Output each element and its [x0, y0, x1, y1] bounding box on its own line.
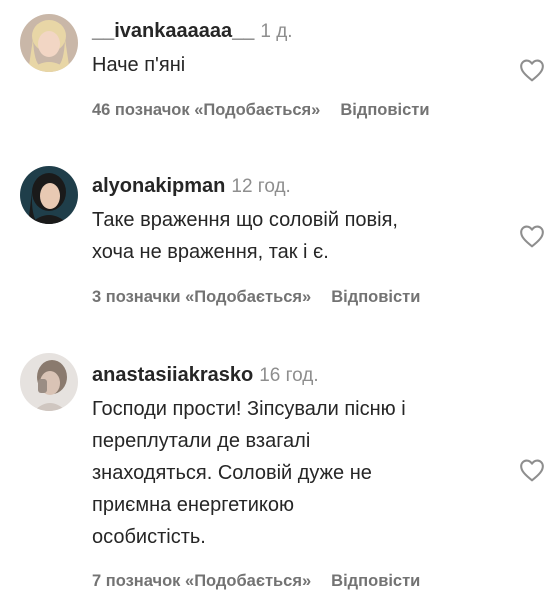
comment-header: alyonakipman 12 год.: [92, 173, 504, 200]
comment-time: 12 год.: [231, 176, 291, 197]
avatar[interactable]: [20, 166, 78, 224]
likes-count-link[interactable]: 46 позначок «Подобається»: [92, 101, 320, 119]
comment-header: __ivankaaaaaa__ 1 д.: [92, 18, 504, 45]
comment-text-line: Господи прости! Зіпсували пісню і: [92, 398, 406, 420]
comment-text-line: Наче п'яні: [92, 54, 186, 76]
comment-meta: 7 позначок «Подобається» Відповісти: [92, 572, 420, 591]
likes-count-link[interactable]: 7 позначок «Подобається»: [92, 572, 311, 590]
comment-text-line: хоча не враження, так і є.: [92, 241, 329, 263]
comment-meta: 3 позначки «Подобається» Відповісти: [92, 288, 420, 307]
username-link[interactable]: anastasiiakrasko: [92, 364, 253, 386]
comment-text-line: особистість.: [92, 526, 206, 548]
avatar[interactable]: [20, 14, 78, 72]
heart-outline-icon[interactable]: [519, 458, 545, 482]
username-link[interactable]: __ivankaaaaaa__: [92, 20, 254, 42]
comment-text: Таке враження що соловій повія, хоча не …: [92, 204, 504, 268]
comment-time: 1 д.: [260, 21, 293, 42]
heart-outline-icon[interactable]: [519, 224, 545, 248]
username-link[interactable]: alyonakipman: [92, 175, 225, 197]
comment-text-line: знаходяться. Соловій дуже не: [92, 462, 372, 484]
comment-header: anastasiiakrasko 16 год.: [92, 362, 504, 389]
avatar[interactable]: [20, 353, 78, 411]
reply-button[interactable]: Відповісти: [331, 572, 420, 590]
reply-button[interactable]: Відповісти: [331, 288, 420, 306]
comment-text-line: переплутали де взагалі: [92, 430, 311, 452]
reply-button[interactable]: Відповісти: [340, 101, 429, 119]
comment-text-line: приємна енергетикою: [92, 494, 294, 516]
heart-outline-icon[interactable]: [519, 58, 545, 82]
likes-count-link[interactable]: 3 позначки «Подобається»: [92, 288, 311, 306]
comment-text: Господи прости! Зіпсували пісню і перепл…: [92, 393, 504, 553]
comment-time: 16 год.: [259, 365, 319, 386]
comment-meta: 46 позначок «Подобається» Відповісти: [92, 101, 430, 120]
comment-text-line: Таке враження що соловій повія,: [92, 209, 398, 231]
comment-text: Наче п'яні: [92, 49, 504, 81]
